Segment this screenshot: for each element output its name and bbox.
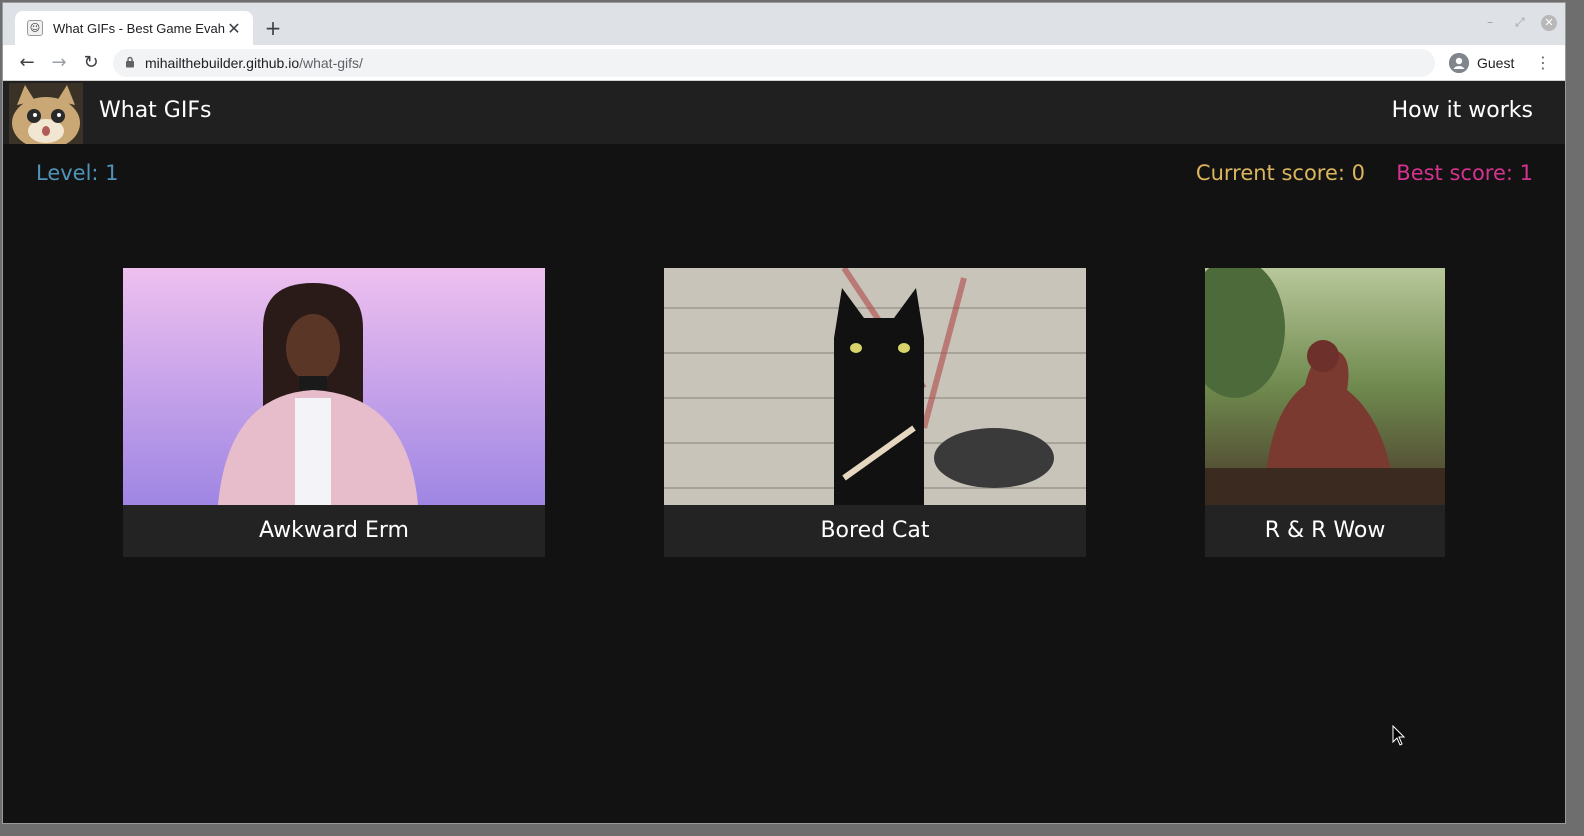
browser-toolbar: ← → ↻ mihailthebuilder.github.io/what-gi… — [3, 45, 1565, 81]
maximize-icon[interactable]: ⤢ — [1515, 15, 1525, 30]
best-score: Best score: 1 — [1396, 161, 1533, 185]
tab-strip: ☺ What GIFs - Best Game Evah ✕ + – ⤢ ✕ — [3, 3, 1565, 45]
gif-label: Bored Cat — [820, 518, 930, 543]
address-bar[interactable]: mihailthebuilder.github.io/what-gifs/ — [113, 49, 1435, 77]
profile-button[interactable]: Guest — [1443, 51, 1520, 75]
favicon-icon: ☺ — [27, 20, 43, 36]
gif-label: R & R Wow — [1264, 518, 1386, 543]
url-path: /what-gifs/ — [299, 55, 363, 71]
url-host: mihailthebuilder.github.io — [145, 55, 300, 71]
lock-icon — [125, 56, 135, 71]
tab-title: What GIFs - Best Game Evah — [53, 20, 225, 36]
gif-label: Awkward Erm — [259, 518, 409, 543]
gif-card-bored-cat[interactable]: Bored Cat — [664, 268, 1086, 557]
cat-logo-icon[interactable] — [9, 83, 83, 144]
gif-image — [123, 268, 545, 505]
current-score: Current score: 0 — [1195, 161, 1365, 185]
site-header: What GIFs How it works — [3, 81, 1565, 144]
level-indicator: Level: 1 — [36, 161, 119, 185]
tab-close-icon[interactable]: ✕ — [225, 19, 243, 38]
minimize-icon[interactable]: – — [1487, 15, 1493, 29]
gif-card-awkward-erm[interactable]: Awkward Erm — [123, 268, 545, 557]
browser-window: ☺ What GIFs - Best Game Evah ✕ + – ⤢ ✕ ←… — [2, 2, 1566, 824]
gif-card-r-r-wow[interactable]: R & R Wow — [1205, 268, 1445, 557]
mouse-cursor-icon — [1392, 725, 1406, 746]
forward-arrow-icon[interactable]: → — [47, 51, 71, 75]
gif-image — [664, 268, 1086, 505]
profile-name: Guest — [1477, 55, 1515, 71]
site-title[interactable]: What GIFs — [99, 98, 211, 123]
browser-tab[interactable]: ☺ What GIFs - Best Game Evah ✕ — [15, 11, 253, 45]
new-tab-button[interactable]: + — [261, 17, 285, 41]
kebab-menu-icon[interactable]: ⋮ — [1533, 51, 1553, 75]
gif-image — [1205, 268, 1445, 505]
profile-icon — [1449, 53, 1469, 73]
reload-icon[interactable]: ↻ — [79, 51, 103, 75]
page-content: What GIFs How it works Level: 1 Current … — [3, 81, 1565, 823]
how-it-works-link[interactable]: How it works — [1392, 98, 1533, 123]
back-arrow-icon[interactable]: ← — [15, 51, 39, 75]
window-close-icon[interactable]: ✕ — [1541, 15, 1557, 31]
